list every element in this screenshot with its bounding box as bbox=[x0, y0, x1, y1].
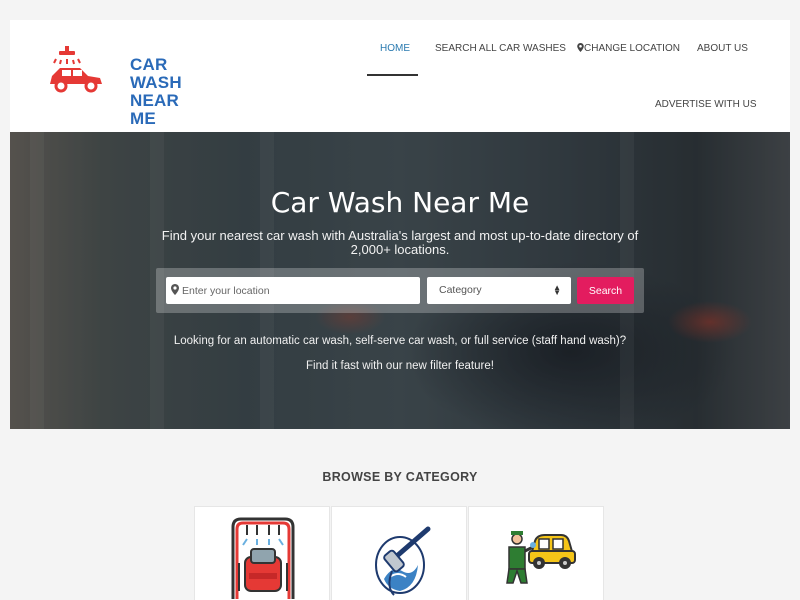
nav-change-location[interactable]: CHANGE LOCATION bbox=[577, 43, 680, 54]
nav-search-all-car-washes[interactable]: SEARCH ALL CAR WASHES bbox=[435, 43, 566, 54]
logo-text: CAR WASH NEAR ME bbox=[130, 56, 186, 128]
nav-about-us[interactable]: ABOUT US bbox=[697, 43, 748, 54]
category-card-hand-wash[interactable] bbox=[468, 506, 604, 600]
pressure-washer-icon bbox=[375, 526, 431, 596]
site-header: CAR WASH NEAR ME HOME SEARCH ALL CAR WAS… bbox=[10, 20, 790, 132]
site-logo[interactable]: CAR WASH NEAR ME bbox=[46, 46, 186, 128]
category-select-value: Category bbox=[439, 284, 482, 296]
nav-change-location-label: CHANGE LOCATION bbox=[584, 43, 680, 54]
hero-banner: Car Wash Near Me Find your nearest car w… bbox=[10, 132, 790, 429]
nav-home[interactable]: HOME bbox=[380, 43, 410, 54]
automatic-car-wash-icon bbox=[231, 517, 295, 599]
hero-subtitle: Find your nearest car wash with Australi… bbox=[161, 228, 639, 257]
hand-wash-icon bbox=[506, 531, 576, 584]
logo-line-2: NEAR ME bbox=[130, 91, 179, 128]
category-card-automatic[interactable] bbox=[194, 506, 330, 600]
search-form: Category ▲▼ Search bbox=[156, 268, 644, 313]
logo-line-1: CAR WASH bbox=[130, 55, 182, 92]
browse-category-title: BROWSE BY CATEGORY bbox=[322, 470, 478, 484]
location-input[interactable] bbox=[166, 277, 420, 304]
search-button[interactable]: Search bbox=[577, 277, 634, 304]
category-select[interactable]: Category ▲ ▼ bbox=[427, 277, 571, 304]
car-wash-logo-icon bbox=[50, 46, 102, 93]
hero-title: Car Wash Near Me bbox=[270, 186, 530, 219]
category-card-self-serve[interactable] bbox=[331, 506, 467, 600]
map-pin-icon bbox=[577, 43, 584, 52]
select-caret-icon: ▲ ▼ bbox=[553, 283, 561, 297]
hero-filter-note: Find it fast with our new filter feature… bbox=[306, 360, 494, 372]
hero-filter-question: Looking for an automatic car wash, self-… bbox=[173, 335, 627, 347]
location-pin-icon bbox=[171, 284, 179, 295]
nav-active-underline bbox=[367, 74, 418, 76]
nav-advertise-with-us[interactable]: ADVERTISE WITH US bbox=[655, 99, 757, 110]
